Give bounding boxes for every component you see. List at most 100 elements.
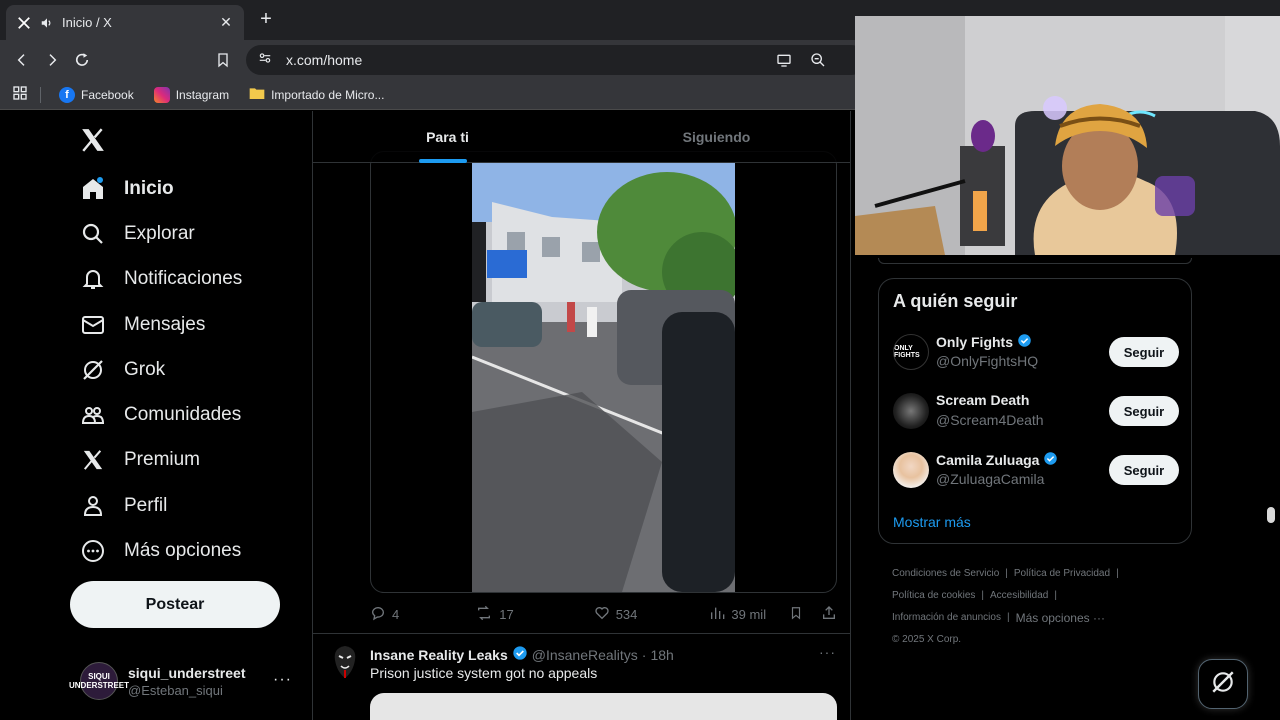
home-icon xyxy=(80,176,106,202)
folder-icon xyxy=(249,86,265,103)
follow-suggestion[interactable]: ONLY FIGHTS Only Fights @OnlyFightsHQ Se… xyxy=(893,329,1179,373)
reload-icon[interactable] xyxy=(72,50,92,70)
tab-title: Inicio / X xyxy=(62,15,112,30)
facebook-icon: f xyxy=(59,86,75,103)
suggestion-handle: @Scream4Death xyxy=(936,412,1044,428)
grok-floating-button[interactable] xyxy=(1198,659,1248,709)
avatar[interactable] xyxy=(331,644,359,680)
follow-button[interactable]: Seguir xyxy=(1109,337,1179,367)
footer-links: Condiciones de Servicio | Política de Pr… xyxy=(892,563,1192,651)
tweet-text: Prison justice system got no appeals xyxy=(370,665,598,681)
follow-button[interactable]: Seguir xyxy=(1109,396,1179,426)
bookmark-icon[interactable] xyxy=(213,50,233,70)
bell-icon xyxy=(80,266,106,292)
nav-item-premium[interactable]: Premium xyxy=(80,445,200,475)
nav-item-grok[interactable]: Grok xyxy=(80,355,165,385)
page-scrollbar[interactable] xyxy=(1267,507,1275,523)
zoom-icon[interactable] xyxy=(810,52,826,73)
terms-link[interactable]: Condiciones de Servicio xyxy=(892,563,999,585)
back-icon[interactable] xyxy=(12,50,32,70)
nav-item-inicio[interactable]: Inicio xyxy=(80,174,174,204)
separator: | xyxy=(1006,612,1010,623)
nav-label: Notificaciones xyxy=(124,268,243,289)
nav-item-notificaciones[interactable]: Notificaciones xyxy=(80,264,242,294)
nav-item-mas-opciones[interactable]: Más opciones xyxy=(80,536,241,566)
more-icon[interactable]: ··· xyxy=(819,644,836,660)
webcam-overlay xyxy=(855,16,1280,255)
browser-tab[interactable]: Inicio / X ✕ xyxy=(6,5,244,40)
ads-info-link[interactable]: Información de anuncios xyxy=(892,607,1001,629)
show-more-link[interactable]: Mostrar más xyxy=(893,514,971,530)
views-button[interactable]: 39 mil xyxy=(709,605,766,624)
accessibility-link[interactable]: Accesibilidad xyxy=(990,585,1048,607)
x-premium-icon xyxy=(80,447,106,473)
like-button[interactable]: 534 xyxy=(594,605,637,624)
share-icon[interactable] xyxy=(821,605,837,624)
follow-suggestion[interactable]: Scream Death @Scream4Death Seguir xyxy=(893,388,1179,432)
search-icon xyxy=(80,221,106,247)
repost-button[interactable]: 17 xyxy=(475,605,514,624)
person-icon xyxy=(80,493,106,519)
forward-icon[interactable] xyxy=(42,50,62,70)
account-handle: @Esteban_siqui xyxy=(128,682,223,698)
nav-label: Explorar xyxy=(124,223,195,244)
nav-item-mensajes[interactable]: Mensajes xyxy=(80,310,205,340)
verified-badge-icon xyxy=(1043,451,1058,469)
separator: | xyxy=(1054,590,1057,601)
suggestion-handle: @ZuluagaCamila xyxy=(936,471,1045,487)
account-switcher[interactable]: SIQUI UNDERSTREET siqui_understreet @Est… xyxy=(69,659,300,703)
bookmark-facebook[interactable]: f Facebook xyxy=(53,86,140,103)
grok-icon xyxy=(80,357,106,383)
speaker-icon[interactable] xyxy=(40,16,54,30)
apps-grid-icon[interactable] xyxy=(12,85,28,104)
author-name[interactable]: Insane Reality Leaks xyxy=(370,647,508,663)
x-logo-icon[interactable] xyxy=(80,127,106,153)
home-feed: Para ti Siguiendo 4 17 534 39 mil Insane… xyxy=(312,111,851,720)
name-text: Camila Zuluaga xyxy=(936,452,1040,468)
follow-button[interactable]: Seguir xyxy=(1109,455,1179,485)
avatar xyxy=(893,393,929,429)
section-title: A quién seguir xyxy=(893,291,1018,311)
new-tab-button[interactable]: + xyxy=(256,9,276,29)
nav-item-explorar[interactable]: Explorar xyxy=(80,219,195,249)
nav-label: Inicio xyxy=(124,178,174,199)
cookies-link[interactable]: Política de cookies xyxy=(892,585,975,607)
privacy-link[interactable]: Política de Privacidad xyxy=(1014,563,1110,585)
bookmark-tweet-icon[interactable] xyxy=(789,605,803,624)
more-icon[interactable]: ··· xyxy=(273,671,292,689)
site-settings-icon[interactable] xyxy=(258,51,272,70)
more-options-link[interactable]: Más opciones ··· xyxy=(1016,607,1105,629)
cast-icon[interactable] xyxy=(776,52,792,73)
reply-button[interactable]: 4 xyxy=(370,605,399,624)
account-name: siqui_understreet xyxy=(128,664,246,681)
author-handle[interactable]: @InsaneRealitys xyxy=(532,647,638,663)
tab-siguiendo[interactable]: Siguiendo xyxy=(582,111,850,163)
tab-para-ti[interactable]: Para ti xyxy=(313,111,582,163)
video-player[interactable] xyxy=(472,162,735,592)
copyright: © 2025 X Corp. xyxy=(892,634,962,645)
avatar xyxy=(893,452,929,488)
more-circle-icon xyxy=(80,538,106,564)
communities-icon xyxy=(80,402,106,428)
tweet-media[interactable] xyxy=(370,693,837,720)
avatar: ONLY FIGHTS xyxy=(893,334,929,370)
repost-icon xyxy=(475,605,493,624)
nav-item-comunidades[interactable]: Comunidades xyxy=(80,400,241,430)
bookmark-label: Importado de Micro... xyxy=(271,87,385,102)
bookmarks-separator xyxy=(40,86,41,103)
webcam-image xyxy=(855,16,1280,255)
follow-suggestion[interactable]: Camila Zuluaga @ZuluagaCamila Seguir xyxy=(893,447,1179,491)
close-tab-icon[interactable]: ✕ xyxy=(218,14,234,31)
tweet-time[interactable]: 18h xyxy=(650,647,673,663)
tweet-item[interactable]: Insane Reality Leaks @InsaneRealitys · 1… xyxy=(313,634,850,720)
tweet-media-card[interactable] xyxy=(370,151,837,593)
feed-tabs: Para ti Siguiendo xyxy=(313,111,850,163)
bookmark-folder-imported[interactable]: Importado de Micro... xyxy=(243,86,390,103)
bookmark-instagram[interactable]: Instagram xyxy=(148,86,235,103)
nav-item-perfil[interactable]: Perfil xyxy=(80,491,167,521)
reply-icon xyxy=(370,605,386,624)
address-bar[interactable]: x.com/home xyxy=(246,45,866,75)
post-button[interactable]: Postear xyxy=(70,581,280,628)
repost-count: 17 xyxy=(499,606,514,622)
grok-icon xyxy=(1210,669,1236,700)
